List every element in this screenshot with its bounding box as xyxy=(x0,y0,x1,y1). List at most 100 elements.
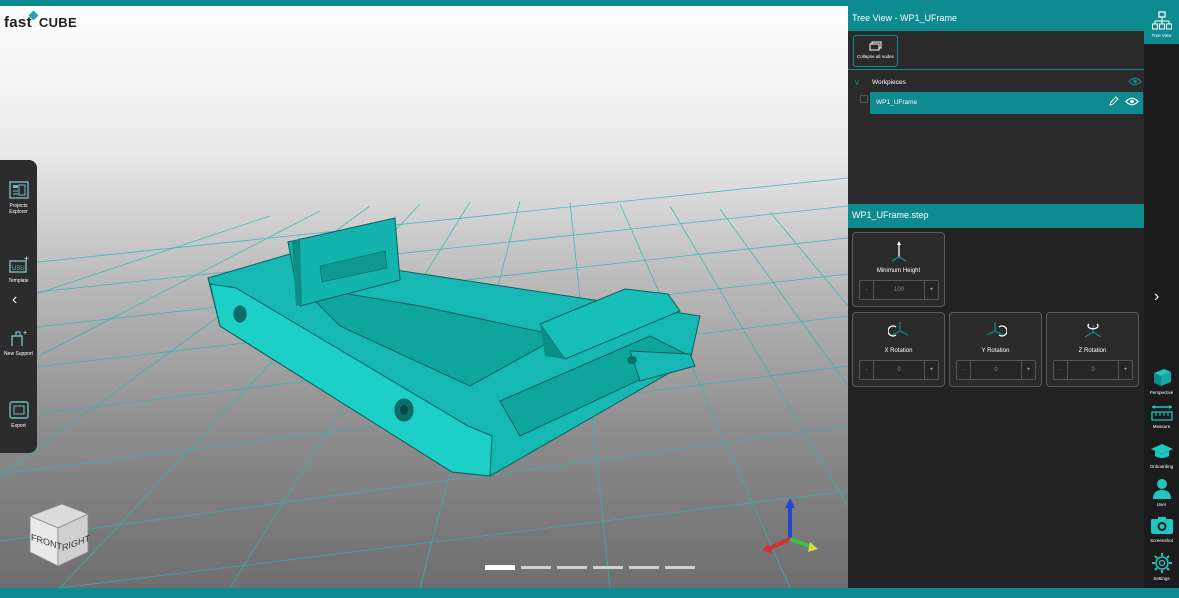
y-rotation-card: Y Rotation - 0 + xyxy=(949,312,1042,387)
collapse-left-arrow[interactable]: ‹ xyxy=(12,291,17,309)
svg-text:+: + xyxy=(23,330,27,337)
x-rotation-value[interactable]: 0 xyxy=(874,361,924,379)
workpiece-model[interactable] xyxy=(207,217,701,477)
carousel-pager xyxy=(485,565,695,570)
y-rotation-label: Y Rotation xyxy=(981,348,1010,354)
3d-viewport[interactable]: fast CUBE Projects Explorer USU + Templat… xyxy=(0,6,848,588)
z-rotation-value[interactable]: 0 xyxy=(1068,361,1118,379)
expand-right-arrow[interactable]: › xyxy=(1154,288,1159,306)
export-icon xyxy=(8,401,29,419)
x-rotation-increment[interactable]: + xyxy=(924,361,938,379)
x-rotation-icon xyxy=(853,319,944,346)
template-icon: USU + xyxy=(8,255,29,273)
perspective-button[interactable]: Perspective xyxy=(1144,366,1179,395)
measure-button[interactable]: Measure xyxy=(1144,404,1179,429)
minimum-height-value[interactable]: 100 xyxy=(874,281,924,299)
properties-panel: Tree View - WP1_UFrame Collapse all node… xyxy=(848,6,1144,588)
measure-label: Measure xyxy=(1152,424,1171,429)
pager-dot[interactable] xyxy=(665,566,695,569)
collapse-nodes-icon xyxy=(869,41,881,51)
user-icon xyxy=(1152,479,1171,499)
y-rotation-value[interactable]: 0 xyxy=(971,361,1021,379)
graduation-cap-icon xyxy=(1150,444,1173,458)
right-sidebar: Tree View › Perspective Measure Onboardi… xyxy=(1144,6,1179,588)
pencil-icon[interactable] xyxy=(1109,96,1119,106)
z-rotation-decrement[interactable]: - xyxy=(1054,361,1068,379)
export-label: Export xyxy=(11,423,26,429)
tree-node-workpieces[interactable]: ∨ Workpieces xyxy=(848,75,1144,91)
logo-cube-text: CUBE xyxy=(38,15,77,30)
svg-text:+: + xyxy=(24,255,29,263)
user-button[interactable]: User xyxy=(1144,478,1179,507)
eye-icon[interactable] xyxy=(1128,77,1142,86)
new-support-icon: + xyxy=(10,330,27,346)
template-button[interactable]: USU + Template xyxy=(0,255,37,284)
pager-dot[interactable] xyxy=(593,566,623,569)
measure-icon xyxy=(1150,405,1173,421)
file-panel-body: Minimum Height - 100 + X Rotation - 0 + … xyxy=(848,228,1144,588)
scene-canvas[interactable] xyxy=(0,6,848,588)
fastcube-logo: fast CUBE xyxy=(4,10,77,31)
minimum-height-label: Minimum Height xyxy=(876,268,921,274)
screenshot-label: Screenshot xyxy=(1150,538,1173,543)
min-height-icon xyxy=(853,239,944,268)
tree-node-workpieces-label: Workpieces xyxy=(872,79,906,86)
z-rotation-card: Z Rotation - 0 + xyxy=(1046,312,1139,387)
minimum-height-increment[interactable]: + xyxy=(924,281,938,299)
tree-node-wp1-uframe[interactable]: WP1_UFrame xyxy=(870,92,1143,114)
pager-dot[interactable] xyxy=(557,566,587,569)
new-support-label: New Support xyxy=(4,351,33,357)
z-rotation-stepper: - 0 + xyxy=(1053,360,1133,380)
z-rotation-label: Z Rotation xyxy=(1078,348,1107,354)
settings-button[interactable]: Settings xyxy=(1144,552,1179,581)
pager-dot[interactable] xyxy=(521,566,551,569)
projects-explorer-icon xyxy=(8,181,29,199)
svg-text:USU: USU xyxy=(12,266,25,272)
z-rotation-increment[interactable]: + xyxy=(1118,361,1132,379)
minimum-height-card: Minimum Height - 100 + xyxy=(852,232,945,307)
export-button[interactable]: Export xyxy=(0,400,37,429)
projects-explorer-label: Projects Explorer xyxy=(9,203,28,215)
y-rotation-stepper: - 0 + xyxy=(956,360,1036,380)
minimum-height-stepper: - 100 + xyxy=(859,280,939,300)
tree-node-wp1-uframe-label: WP1_UFrame xyxy=(876,99,918,106)
bottom-accent-bar xyxy=(0,588,1179,598)
collapse-all-nodes-button[interactable]: Collapse all nodes xyxy=(853,35,898,67)
projects-explorer-button[interactable]: Projects Explorer xyxy=(0,180,37,215)
tree-node-checkbox[interactable] xyxy=(860,95,868,103)
x-rotation-stepper: - 0 + xyxy=(859,360,939,380)
eye-icon[interactable] xyxy=(1125,97,1139,106)
pager-dot-active[interactable] xyxy=(485,565,515,570)
y-rotation-icon xyxy=(950,319,1041,346)
y-rotation-decrement[interactable]: - xyxy=(957,361,971,379)
collapse-all-nodes-label: Collapse all nodes xyxy=(857,54,894,59)
onboarding-button[interactable]: Onboarding xyxy=(1144,442,1179,469)
tree-view-title: Tree View - WP1_UFrame xyxy=(848,6,1144,31)
user-label: User xyxy=(1156,502,1167,507)
z-rotation-icon xyxy=(1047,319,1138,346)
chevron-down-icon[interactable]: ∨ xyxy=(854,78,860,87)
perspective-cube-icon xyxy=(1153,369,1171,386)
logo-fast-text: fast xyxy=(4,14,32,31)
tree-view-icon xyxy=(1151,11,1172,30)
tree-view-tab-label: Tree View xyxy=(1151,33,1172,38)
y-rotation-increment[interactable]: + xyxy=(1021,361,1035,379)
view-cube[interactable]: FRONT RIGHT xyxy=(22,500,92,575)
template-label: Template xyxy=(8,278,29,284)
file-panel-title: WP1_UFrame.step xyxy=(848,204,1144,228)
axis-gizmo xyxy=(762,498,818,553)
minimum-height-decrement[interactable]: - xyxy=(860,281,874,299)
x-rotation-decrement[interactable]: - xyxy=(860,361,874,379)
perspective-label: Perspective xyxy=(1149,390,1174,395)
gear-icon xyxy=(1151,553,1172,573)
new-support-button[interactable]: + New Support xyxy=(0,328,37,357)
tree-view-body: Collapse all nodes ∨ Workpieces WP1_UFra… xyxy=(848,31,1144,204)
settings-label: Settings xyxy=(1153,576,1170,581)
onboarding-label: Onboarding xyxy=(1149,464,1174,469)
x-rotation-card: X Rotation - 0 + xyxy=(852,312,945,387)
x-rotation-label: X Rotation xyxy=(884,348,913,354)
pager-dot[interactable] xyxy=(629,566,659,569)
camera-icon xyxy=(1150,517,1173,534)
tree-view-tab[interactable]: Tree View xyxy=(1144,6,1179,44)
screenshot-button[interactable]: Screenshot xyxy=(1144,516,1179,543)
